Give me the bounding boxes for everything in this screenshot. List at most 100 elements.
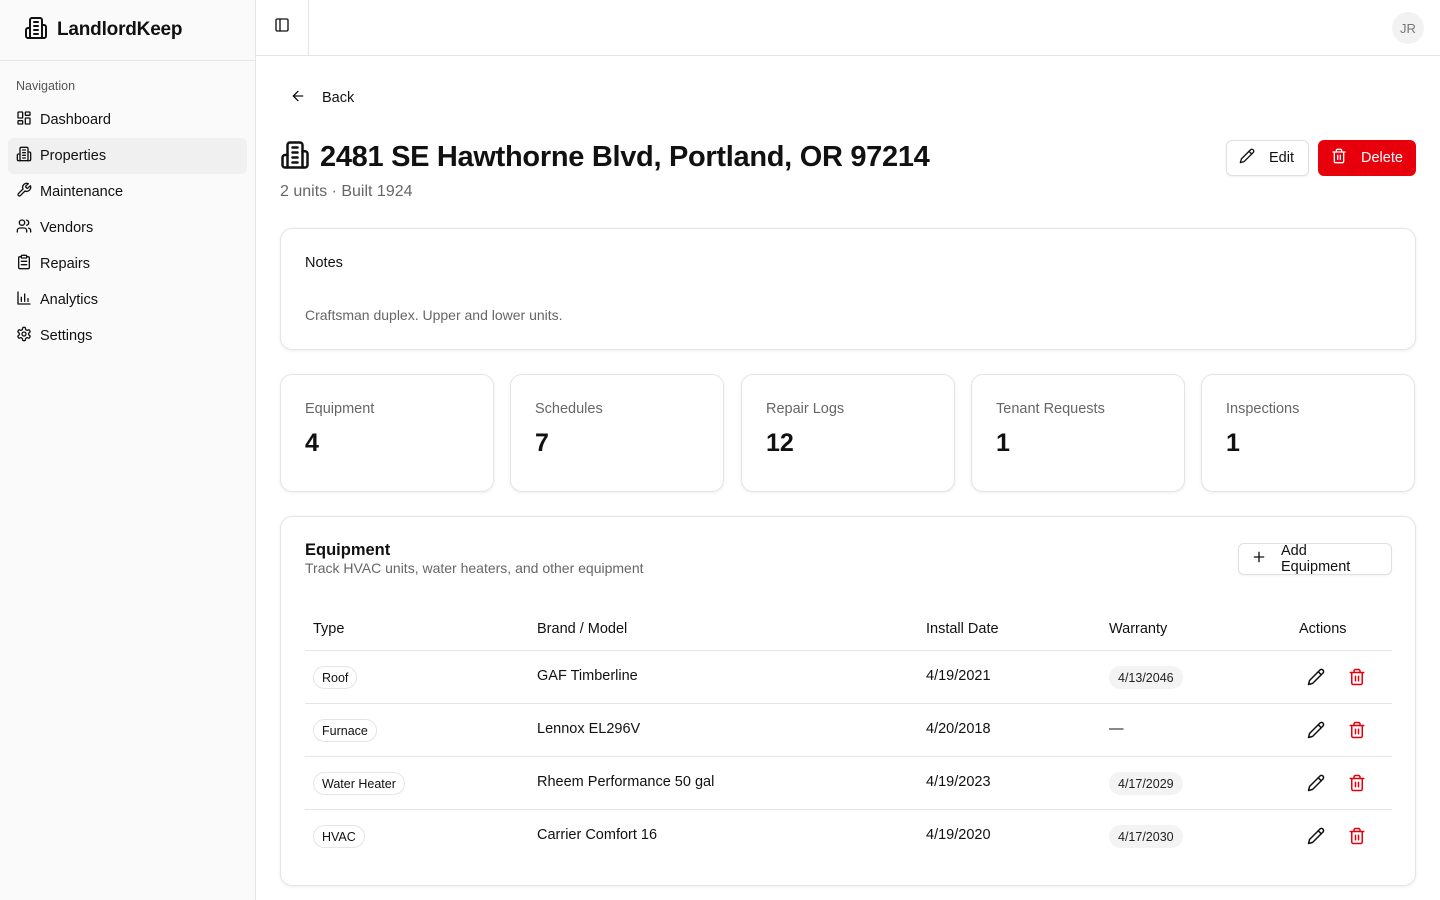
avatar[interactable]: JR <box>1392 12 1424 44</box>
delete-row-button[interactable] <box>1348 774 1366 792</box>
edit-row-button[interactable] <box>1307 721 1325 739</box>
stat-label: Tenant Requests <box>996 401 1105 417</box>
stat-value: 1 <box>1226 429 1240 457</box>
notes-text: Craftsman duplex. Upper and lower units. <box>305 307 563 323</box>
warranty-badge: 4/17/2029 <box>1109 772 1183 795</box>
delete-row-button[interactable] <box>1348 827 1366 845</box>
trash-icon <box>1349 721 1365 739</box>
clipboard-icon <box>16 254 32 274</box>
sidebar-item-label: Vendors <box>40 220 94 236</box>
table-row: Furnace Lennox EL296V 4/20/2018 — <box>305 704 1392 757</box>
warranty-badge: 4/13/2046 <box>1109 666 1183 689</box>
brand[interactable]: LandlordKeep <box>0 0 255 61</box>
nav-heading: Navigation <box>16 79 76 93</box>
sidebar-item-repairs[interactable]: Repairs <box>8 246 247 282</box>
arrow-left-icon <box>290 88 306 108</box>
add-equipment-button[interactable]: Add Equipment <box>1238 543 1392 575</box>
equipment-table: Type Brand / Model Install Date Warranty… <box>305 607 1392 863</box>
back-button[interactable]: Back <box>290 88 354 108</box>
install-date-cell: 4/19/2021 <box>926 668 991 684</box>
table-header: Type Brand / Model Install Date Warranty… <box>305 607 1392 651</box>
warranty-cell: — <box>1109 721 1124 737</box>
pencil-icon <box>1307 668 1325 686</box>
type-badge: Roof <box>313 666 358 689</box>
trash-icon <box>1331 148 1347 168</box>
stat-card-schedules: Schedules 7 <box>510 374 724 492</box>
building-icon <box>280 140 310 175</box>
edit-row-button[interactable] <box>1307 827 1325 845</box>
pencil-icon <box>1239 148 1255 168</box>
column-header-actions: Actions <box>1299 621 1347 637</box>
edit-button[interactable]: Edit <box>1226 140 1309 176</box>
sidebar-item-vendors[interactable]: Vendors <box>8 210 247 246</box>
sidebar: LandlordKeep Navigation Dashboard Proper… <box>0 0 256 900</box>
title-row: 2481 SE Hawthorne Blvd, Portland, OR 972… <box>280 140 930 175</box>
table-row: Roof GAF Timberline 4/19/2021 4/13/2046 <box>305 651 1392 704</box>
warranty-badge: 4/17/2030 <box>1109 825 1183 848</box>
brand-model-cell: Carrier Comfort 16 <box>537 827 658 843</box>
stat-value: 12 <box>766 429 794 457</box>
trash-icon <box>1349 827 1365 845</box>
stat-value: 4 <box>305 429 319 457</box>
install-date-cell: 4/20/2018 <box>926 721 991 737</box>
table-row: Water Heater Rheem Performance 50 gal 4/… <box>305 757 1392 810</box>
stat-label: Equipment <box>305 401 375 417</box>
sidebar-item-label: Properties <box>40 148 107 164</box>
equipment-description: Track HVAC units, water heaters, and oth… <box>305 560 644 576</box>
sidebar-item-label: Analytics <box>40 292 99 308</box>
pencil-icon <box>1307 774 1325 792</box>
equipment-card: Equipment Track HVAC units, water heater… <box>280 516 1416 886</box>
sidebar-item-label: Dashboard <box>40 112 111 128</box>
plus-icon <box>1251 549 1267 569</box>
edit-row-button[interactable] <box>1307 668 1325 686</box>
add-equipment-label: Add Equipment <box>1281 543 1351 575</box>
delete-button[interactable]: Delete <box>1318 140 1416 176</box>
brand-model-cell: Lennox EL296V <box>537 721 641 737</box>
building-icon <box>16 146 32 166</box>
stat-card-inspections: Inspections 1 <box>1201 374 1415 492</box>
column-header-brand: Brand / Model <box>537 621 628 637</box>
equipment-title: Equipment <box>305 541 391 559</box>
delete-row-button[interactable] <box>1348 721 1366 739</box>
edit-label: Edit <box>1269 150 1294 166</box>
brand-model-cell: GAF Timberline <box>537 668 638 684</box>
column-header-warranty: Warranty <box>1109 621 1168 637</box>
sidebar-toggle-button[interactable] <box>256 0 309 55</box>
notes-title: Notes <box>305 255 343 271</box>
sidebar-nav: Dashboard Properties Maintenance Vendors… <box>0 102 255 354</box>
column-header-install-date: Install Date <box>926 621 999 637</box>
install-date-cell: 4/19/2020 <box>926 827 991 843</box>
sidebar-item-properties[interactable]: Properties <box>8 138 247 174</box>
trash-icon <box>1349 774 1365 792</box>
sidebar-item-label: Settings <box>40 328 93 344</box>
panel-left-icon <box>274 17 290 38</box>
sidebar-item-maintenance[interactable]: Maintenance <box>8 174 247 210</box>
sidebar-item-label: Repairs <box>40 256 90 272</box>
trash-icon <box>1349 668 1365 686</box>
stat-card-tenant-requests: Tenant Requests 1 <box>971 374 1185 492</box>
page-title: 2481 SE Hawthorne Blvd, Portland, OR 972… <box>320 141 930 173</box>
pencil-icon <box>1307 721 1325 739</box>
brand-model-cell: Rheem Performance 50 gal <box>537 774 715 790</box>
app-name: LandlordKeep <box>57 19 183 40</box>
stat-value: 7 <box>535 429 549 457</box>
edit-row-button[interactable] <box>1307 774 1325 792</box>
stat-card-repair-logs: Repair Logs 12 <box>741 374 955 492</box>
install-date-cell: 4/19/2023 <box>926 774 991 790</box>
dashboard-icon <box>16 110 32 130</box>
type-badge: Water Heater <box>313 772 405 795</box>
sidebar-item-analytics[interactable]: Analytics <box>8 282 247 318</box>
delete-row-button[interactable] <box>1348 668 1366 686</box>
type-badge: Furnace <box>313 719 377 742</box>
type-badge: HVAC <box>313 825 365 848</box>
pencil-icon <box>1307 827 1325 845</box>
delete-label: Delete <box>1361 150 1403 166</box>
stat-label: Inspections <box>1226 401 1300 417</box>
topbar: JR <box>256 0 1440 56</box>
page-subtitle: 2 units · Built 1924 <box>280 183 413 200</box>
users-icon <box>16 218 32 238</box>
sidebar-item-dashboard[interactable]: Dashboard <box>8 102 247 138</box>
bar-chart-icon <box>16 290 32 310</box>
stat-card-equipment: Equipment 4 <box>280 374 494 492</box>
sidebar-item-settings[interactable]: Settings <box>8 318 247 354</box>
